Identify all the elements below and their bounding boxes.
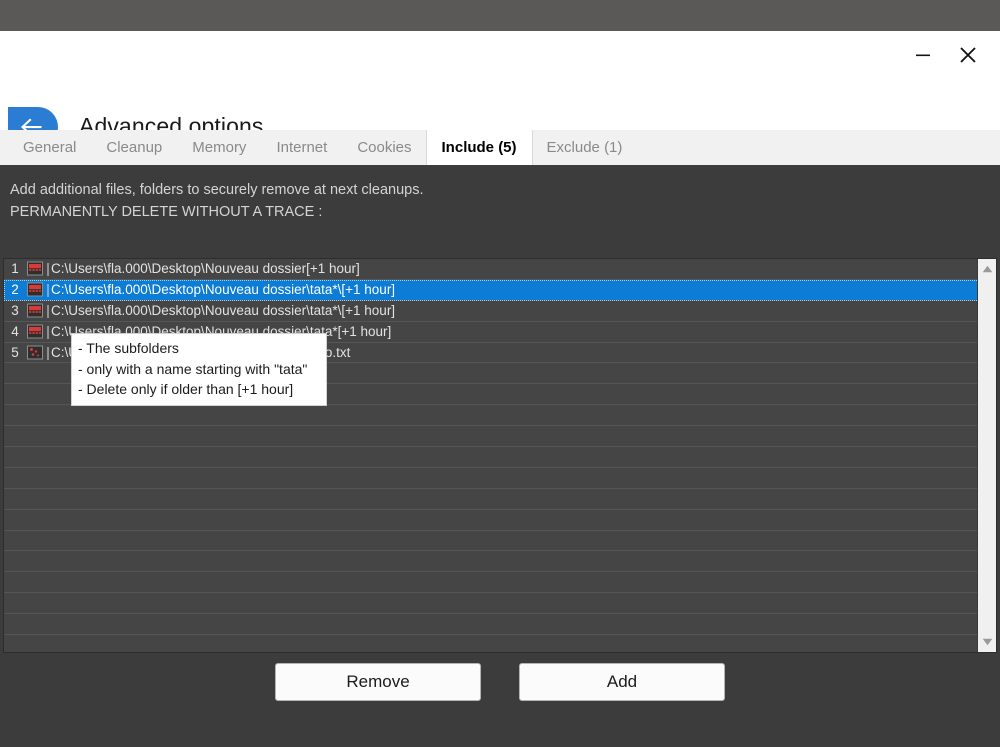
tooltip-line-3: - Delete only if older than [+1 hour] bbox=[78, 379, 320, 400]
row-number: 4 bbox=[4, 324, 26, 339]
empty-list-row[interactable] bbox=[4, 572, 979, 593]
folder-delete-icon bbox=[26, 303, 44, 318]
advanced-options-window: Advanced options General Cleanup Memory … bbox=[0, 31, 1000, 747]
description-line-1: Add additional files, folders to securel… bbox=[10, 179, 1000, 201]
list-scrollbar[interactable] bbox=[977, 259, 996, 652]
folder-delete-icon bbox=[26, 261, 44, 276]
tab-internet[interactable]: Internet bbox=[261, 130, 342, 165]
description-line-2: PERMANENTLY DELETE WITHOUT A TRACE : bbox=[10, 201, 1000, 223]
table-row[interactable]: 2|C:\Users\fla.000\Desktop\Nouveau dossi… bbox=[4, 280, 979, 301]
tab-exclude[interactable]: Exclude (1) bbox=[532, 130, 638, 165]
empty-list-row[interactable] bbox=[4, 405, 979, 426]
remove-button[interactable]: Remove bbox=[275, 663, 481, 701]
close-button[interactable] bbox=[945, 37, 990, 73]
close-icon bbox=[956, 43, 980, 67]
empty-list-row[interactable] bbox=[4, 510, 979, 531]
empty-list-row[interactable] bbox=[4, 531, 979, 552]
tab-cookies[interactable]: Cookies bbox=[342, 130, 426, 165]
tooltip-line-1: - The subfolders bbox=[78, 338, 320, 359]
path-tooltip: - The subfolders - only with a name star… bbox=[71, 333, 327, 406]
include-list-rows: 1|C:\Users\fla.000\Desktop\Nouveau dossi… bbox=[4, 259, 979, 652]
empty-list-row[interactable] bbox=[4, 489, 979, 510]
tab-cleanup[interactable]: Cleanup bbox=[91, 130, 177, 165]
empty-list-row[interactable] bbox=[4, 426, 979, 447]
row-number: 5 bbox=[4, 345, 26, 360]
description-text: Add additional files, folders to securel… bbox=[0, 165, 1000, 223]
empty-list-row[interactable] bbox=[4, 551, 979, 572]
tab-general[interactable]: General bbox=[8, 130, 91, 165]
row-path: C:\Users\fla.000\Desktop\Nouveau dossier… bbox=[51, 282, 979, 297]
window-titlebar: Advanced options bbox=[0, 31, 1000, 130]
row-number: 3 bbox=[4, 303, 26, 318]
table-row[interactable]: 3|C:\Users\fla.000\Desktop\Nouveau dossi… bbox=[4, 301, 979, 322]
table-row[interactable]: 1|C:\Users\fla.000\Desktop\Nouveau dossi… bbox=[4, 259, 979, 280]
empty-list-row[interactable] bbox=[4, 468, 979, 489]
row-number: 2 bbox=[4, 282, 26, 297]
empty-list-row[interactable] bbox=[4, 593, 979, 614]
row-path: C:\Users\fla.000\Desktop\Nouveau dossier… bbox=[51, 261, 979, 276]
add-button[interactable]: Add bbox=[519, 663, 725, 701]
action-button-bar: Remove Add bbox=[0, 663, 1000, 733]
tab-include[interactable]: Include (5) bbox=[427, 130, 532, 165]
scroll-down-arrow-icon[interactable] bbox=[978, 633, 996, 651]
folder-delete-icon bbox=[26, 282, 44, 297]
window-controls bbox=[900, 37, 990, 73]
minimize-button[interactable] bbox=[900, 37, 945, 73]
scroll-up-arrow-icon[interactable] bbox=[978, 260, 996, 278]
file-delete-icon bbox=[26, 345, 44, 360]
include-list[interactable]: 1|C:\Users\fla.000\Desktop\Nouveau dossi… bbox=[3, 258, 997, 653]
row-number: 1 bbox=[4, 261, 26, 276]
folder-delete-icon bbox=[26, 324, 44, 339]
row-path: C:\Users\fla.000\Desktop\Nouveau dossier… bbox=[51, 303, 979, 318]
minimize-icon bbox=[912, 44, 934, 66]
tooltip-line-2: - only with a name starting with "tata" bbox=[78, 359, 320, 380]
empty-list-row[interactable] bbox=[4, 447, 979, 468]
empty-list-row[interactable] bbox=[4, 614, 979, 635]
tab-memory[interactable]: Memory bbox=[177, 130, 261, 165]
tab-bar: General Cleanup Memory Internet Cookies … bbox=[0, 130, 1000, 165]
